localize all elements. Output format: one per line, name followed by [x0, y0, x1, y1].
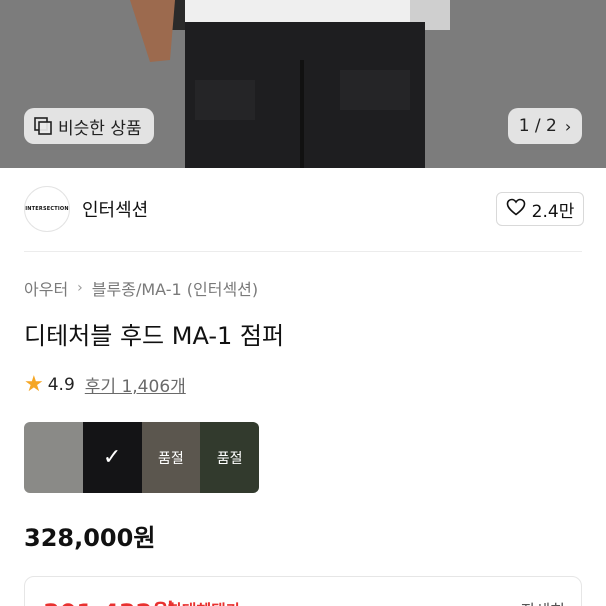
- similar-products-label: 비슷한 상품: [58, 118, 142, 139]
- chevron-right-icon: ›: [77, 280, 83, 296]
- image-pager[interactable]: 1 / 2 ›: [508, 108, 582, 144]
- breadcrumb-category[interactable]: 아우터: [24, 276, 68, 300]
- check-icon: ✓: [102, 445, 122, 470]
- max-benefit-box[interactable]: 301,432원 최대혜택가 자세히: [24, 576, 582, 606]
- benefit-label: 최대혜택가: [167, 597, 241, 606]
- brand-name[interactable]: 인터섹션: [82, 196, 148, 222]
- similar-icon: [34, 117, 52, 135]
- rating-row: ★ 4.9 후기 1,406개: [24, 372, 186, 397]
- product-title: 디테처블 후드 MA-1 점퍼: [24, 322, 285, 350]
- sold-out-label: 품절: [216, 450, 243, 467]
- brand-logo-text: INTERSECTION: [25, 206, 69, 212]
- color-swatch[interactable]: [24, 422, 83, 493]
- color-swatch[interactable]: 품절: [200, 422, 259, 493]
- benefit-price: 301,432원: [43, 593, 174, 606]
- sold-out-label: 품절: [157, 450, 184, 467]
- breadcrumb-subcategory[interactable]: 블루종/MA-1 (인터섹션): [92, 276, 258, 300]
- heart-icon: [506, 198, 526, 221]
- breadcrumb: 아우터 › 블루종/MA-1 (인터섹션): [24, 276, 258, 300]
- product-image-carousel[interactable]: 비슷한 상품 1 / 2 ›: [0, 0, 606, 168]
- like-count: 2.4만: [531, 201, 575, 222]
- divider: [24, 251, 582, 252]
- pager-text: 1 / 2: [518, 116, 557, 136]
- color-options: ✓ 품절 품절: [24, 422, 259, 493]
- star-icon: ★: [24, 372, 44, 397]
- brand-row[interactable]: INTERSECTION 인터섹션 2.4만: [24, 186, 584, 232]
- chevron-right-icon: ›: [564, 116, 572, 136]
- like-button[interactable]: 2.4만: [496, 192, 584, 226]
- product-price: 328,000원: [24, 524, 156, 552]
- brand-logo[interactable]: INTERSECTION: [24, 186, 70, 232]
- rating-score: 4.9: [47, 374, 75, 395]
- color-swatch[interactable]: 품절: [141, 422, 201, 493]
- reviews-link[interactable]: 후기 1,406개: [85, 372, 186, 397]
- color-swatch[interactable]: ✓: [82, 422, 142, 493]
- benefit-detail-link[interactable]: 자세히: [521, 597, 565, 606]
- similar-products-button[interactable]: 비슷한 상품: [24, 108, 154, 144]
